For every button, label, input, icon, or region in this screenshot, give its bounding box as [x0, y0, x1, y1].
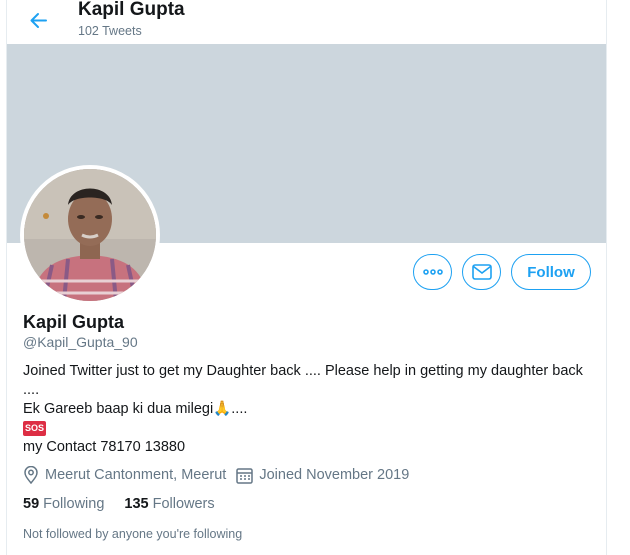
envelope-icon	[471, 264, 492, 280]
bio-line: Joined Twitter just to get my Daughter b…	[23, 363, 583, 398]
bio-line: Ek Gareeb baap ki dua milegi🙏....	[23, 401, 248, 417]
avatar[interactable]	[20, 165, 160, 305]
followers-label: Followers	[152, 496, 215, 512]
location-text: Meerut Cantonment, Meerut	[45, 467, 227, 483]
profile-page: Kapil Gupta 102 Tweets Follow Kapil Gupt…	[6, 0, 607, 555]
bio-sos-line: SOS	[23, 419, 583, 438]
followers-link[interactable]: 135 Followers	[124, 496, 214, 512]
profile-meta: Meerut Cantonment, Meerut Joined Novembe…	[23, 466, 419, 484]
location-pin-icon	[24, 466, 38, 484]
more-dots-icon	[422, 269, 443, 275]
profile-handle: @Kapil_Gupta_90	[23, 334, 138, 350]
profile-joined: Joined November 2019	[236, 467, 409, 484]
following-label: Following	[43, 496, 105, 512]
profile-header-bar: Kapil Gupta 102 Tweets	[7, 0, 606, 44]
joined-text: Joined November 2019	[259, 467, 410, 483]
profile-stats: 59 Following 135 Followers	[23, 496, 235, 512]
following-count: 59	[23, 496, 40, 512]
back-button[interactable]	[23, 4, 53, 34]
message-button[interactable]	[462, 254, 501, 290]
calendar-icon	[236, 467, 254, 484]
header-name: Kapil Gupta	[78, 0, 185, 20]
following-link[interactable]: 59 Following	[23, 496, 104, 512]
more-options-button[interactable]	[413, 254, 452, 290]
profile-bio: Joined Twitter just to get my Daughter b…	[23, 362, 583, 457]
follow-button[interactable]: Follow	[511, 254, 591, 290]
profile-display-name: Kapil Gupta	[23, 312, 125, 332]
followed-by-note: Not followed by anyone you're following	[23, 527, 243, 541]
sos-emoji: SOS	[23, 420, 47, 436]
header-tweet-count: 102 Tweets	[78, 24, 142, 38]
profile-location: Meerut Cantonment, Meerut	[23, 466, 226, 484]
followers-count: 135	[124, 496, 149, 512]
bio-contact-line: my Contact 78170 13880	[23, 439, 186, 455]
arrow-left-icon	[30, 13, 47, 28]
avatar-photo	[24, 169, 156, 301]
